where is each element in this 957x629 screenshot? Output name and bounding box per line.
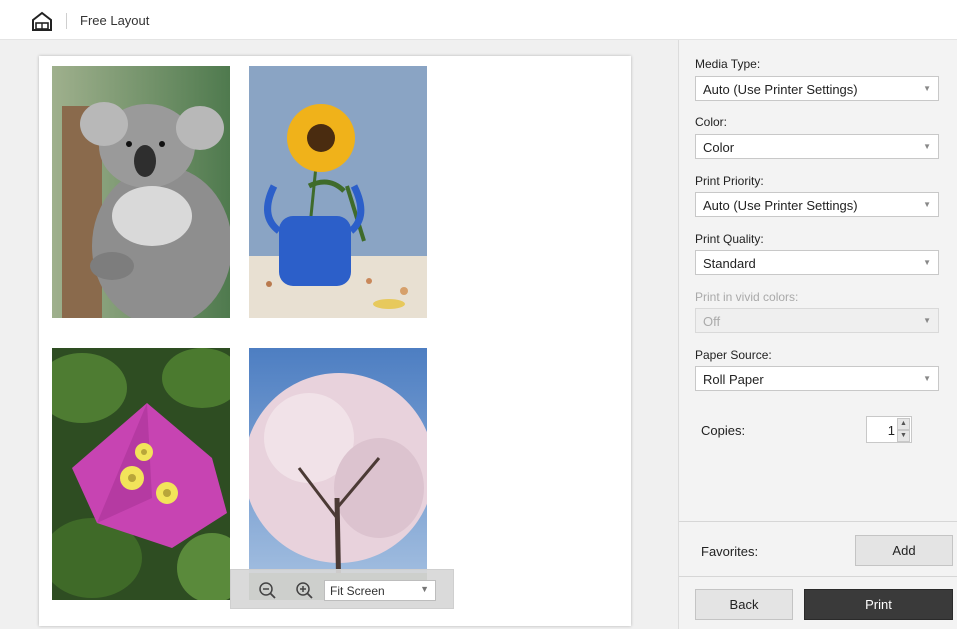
- zoom-toolbar: Fit Screen ▼: [230, 569, 454, 609]
- app-window: Free Layout Fit Screen ▼ Media Type: Aut…: [0, 0, 957, 629]
- chevron-down-icon: ▼: [420, 584, 429, 594]
- photo-sunflower[interactable]: [249, 66, 427, 318]
- copies-stepper[interactable]: 1 ▲ ▼: [866, 416, 912, 443]
- paper-source-label: Paper Source:: [695, 348, 772, 362]
- color-value: Color: [703, 140, 735, 155]
- vivid-colors-select: Off ▼: [695, 308, 939, 333]
- media-type-select[interactable]: Auto (Use Printer Settings) ▼: [695, 76, 939, 101]
- zoom-level-value: Fit Screen: [330, 584, 385, 598]
- title-bar: Free Layout: [0, 0, 957, 40]
- paper-preview: [39, 56, 631, 626]
- photo-koala[interactable]: [52, 66, 230, 318]
- vivid-colors-label: Print in vivid colors:: [695, 290, 799, 304]
- zoom-out-icon[interactable]: [257, 580, 277, 600]
- print-quality-value: Standard: [703, 256, 756, 271]
- color-select[interactable]: Color ▼: [695, 134, 939, 159]
- photo-bougainvillea[interactable]: [52, 348, 230, 600]
- preview-area: Fit Screen ▼: [0, 40, 678, 629]
- title-divider: [66, 13, 67, 29]
- paper-source-select[interactable]: Roll Paper ▼: [695, 366, 939, 391]
- media-type-value: Auto (Use Printer Settings): [703, 82, 858, 97]
- vivid-colors-value: Off: [703, 314, 721, 329]
- print-quality-label: Print Quality:: [695, 232, 764, 246]
- print-priority-select[interactable]: Auto (Use Printer Settings) ▼: [695, 192, 939, 217]
- home-icon[interactable]: [30, 10, 54, 32]
- print-quality-select[interactable]: Standard ▼: [695, 250, 939, 275]
- settings-panel: Media Type: Auto (Use Printer Settings) …: [678, 40, 957, 629]
- photo-cherry-tree[interactable]: [249, 348, 427, 600]
- back-button[interactable]: Back: [695, 589, 793, 620]
- color-label: Color:: [695, 115, 728, 129]
- chevron-down-icon: ▼: [923, 374, 931, 383]
- chevron-down-icon: ▼: [923, 258, 931, 267]
- chevron-down-icon: ▼: [923, 142, 931, 151]
- copies-label: Copies:: [701, 423, 746, 438]
- zoom-level-select[interactable]: Fit Screen ▼: [324, 580, 436, 601]
- copies-value[interactable]: 1: [888, 423, 895, 438]
- zoom-in-icon[interactable]: [294, 580, 314, 600]
- paper-source-value: Roll Paper: [703, 372, 764, 387]
- chevron-down-icon: ▼: [923, 200, 931, 209]
- chevron-down-icon: ▼: [923, 84, 931, 93]
- chevron-down-icon: ▼: [923, 316, 931, 325]
- print-priority-value: Auto (Use Printer Settings): [703, 198, 858, 213]
- media-type-label: Media Type:: [695, 57, 761, 71]
- favorites-label: Favorites:: [701, 544, 759, 559]
- print-priority-label: Print Priority:: [695, 174, 764, 188]
- page-title: Free Layout: [80, 13, 150, 28]
- print-button[interactable]: Print: [804, 589, 953, 620]
- increment-button[interactable]: ▲: [897, 418, 910, 430]
- add-favorite-button[interactable]: Add: [855, 535, 953, 566]
- decrement-button[interactable]: ▼: [897, 430, 910, 442]
- favorites-section: Favorites: Add: [679, 521, 957, 577]
